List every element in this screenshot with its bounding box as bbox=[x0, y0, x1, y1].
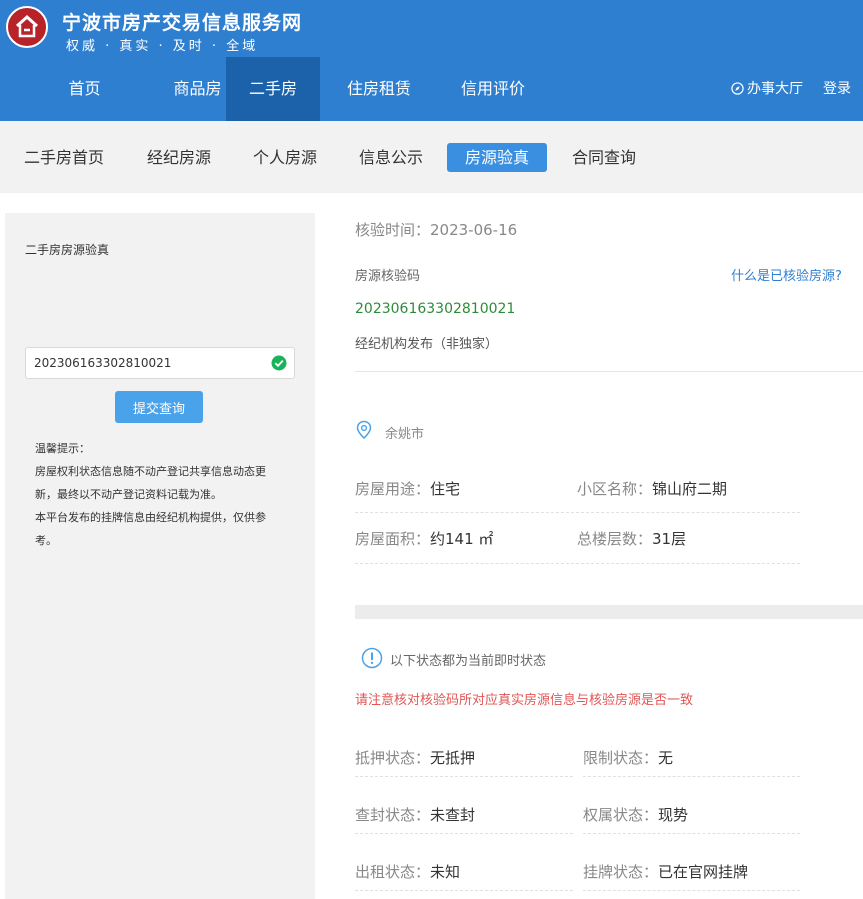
listing-key: 挂牌状态： bbox=[583, 863, 659, 881]
rental-value: 未知 bbox=[430, 863, 461, 881]
field-seizure: 查封状态：未查封 bbox=[355, 804, 475, 825]
house-logo-icon bbox=[15, 14, 39, 38]
listing-value: 已在官网挂牌 bbox=[658, 863, 749, 881]
header-actions: 办事大厅 登录 bbox=[731, 78, 851, 98]
info-icon bbox=[361, 647, 383, 669]
subnav-second-hand-home[interactable]: 二手房首页 bbox=[24, 143, 104, 172]
ownership-key: 权属状态： bbox=[583, 806, 659, 824]
row-divider bbox=[355, 833, 573, 834]
community-value: 锦山府二期 bbox=[652, 480, 728, 498]
usage-key: 房屋用途： bbox=[355, 480, 431, 498]
subnav-personal-listings[interactable]: 个人房源 bbox=[253, 143, 317, 172]
seizure-value: 未查封 bbox=[430, 806, 476, 824]
ownership-value: 现势 bbox=[658, 806, 689, 824]
rental-key: 出租状态： bbox=[355, 863, 431, 881]
nav-home[interactable]: 首页 bbox=[0, 57, 169, 121]
row-divider bbox=[583, 833, 800, 834]
section-separator bbox=[355, 605, 863, 619]
tips-box: 温馨提示： 房屋权利状态信息随不动产登记共享信息动态更新，最终以不动产登记资料记… bbox=[35, 437, 285, 552]
tips-title: 温馨提示： bbox=[35, 442, 90, 455]
row-divider bbox=[583, 890, 800, 891]
field-area: 房屋面积：约141 ㎡ bbox=[355, 528, 493, 549]
sub-nav: 二手房首页 经纪房源 个人房源 信息公示 房源验真 合同查询 bbox=[0, 121, 863, 193]
verify-code-value: 202306163302810021 bbox=[355, 301, 516, 317]
mortgage-value: 无抵押 bbox=[430, 749, 476, 767]
row-divider bbox=[583, 776, 800, 777]
panel-title: 二手房房源验真 bbox=[25, 243, 110, 257]
row-divider bbox=[355, 890, 573, 891]
status-note: 以下状态都为当前即时状态 bbox=[390, 654, 547, 669]
subnav-contract-query[interactable]: 合同查询 bbox=[572, 143, 636, 172]
verify-code-input[interactable] bbox=[25, 347, 295, 379]
tips-line-2: 本平台发布的挂牌信息由经纪机构提供，仅供参考。 bbox=[35, 511, 266, 547]
site-slogan: 权威 · 真实 · 及时 · 全域 bbox=[66, 39, 259, 54]
verify-code-label: 房源核验码 bbox=[355, 269, 421, 284]
tips-line-1: 房屋权利状态信息随不动产登记共享信息动态更新，最终以不动产登记资料记载为准。 bbox=[35, 465, 266, 501]
row-divider bbox=[355, 563, 800, 564]
subnav-listing-verify[interactable]: 房源验真 bbox=[447, 143, 548, 172]
restrict-key: 限制状态： bbox=[583, 749, 659, 767]
field-rental: 出租状态：未知 bbox=[355, 861, 460, 882]
service-hall-label: 办事大厅 bbox=[747, 81, 803, 97]
community-key: 小区名称： bbox=[577, 480, 653, 498]
main-nav: 首页 商品房 二手房 住房租赁 信用评价 bbox=[0, 57, 548, 121]
field-community: 小区名称：锦山府二期 bbox=[577, 478, 727, 499]
site-title: 宁波市房产交易信息服务网 bbox=[62, 12, 303, 34]
subnav-info-public[interactable]: 信息公示 bbox=[359, 143, 423, 172]
mortgage-key: 抵押状态： bbox=[355, 749, 431, 767]
nav-second-hand[interactable]: 二手房 bbox=[226, 57, 320, 121]
field-usage: 房屋用途：住宅 bbox=[355, 478, 460, 499]
usage-value: 住宅 bbox=[430, 480, 461, 498]
row-divider bbox=[355, 512, 800, 513]
floors-value: 31层 bbox=[652, 530, 687, 548]
verify-warning: 请注意核对核验码所对应真实房源信息与核验房源是否一致 bbox=[355, 693, 694, 708]
location-pin-icon bbox=[356, 420, 372, 440]
seizure-key: 查封状态： bbox=[355, 806, 431, 824]
site-header: 宁波市房产交易信息服务网 权威 · 真实 · 及时 · 全域 首页 商品房 二手… bbox=[0, 0, 863, 121]
nav-credit[interactable]: 信用评价 bbox=[438, 57, 548, 121]
nav-rental[interactable]: 住房租赁 bbox=[320, 57, 438, 121]
check-circle-icon bbox=[271, 355, 287, 371]
login-link[interactable]: 登录 bbox=[823, 78, 851, 98]
subnav-agency-listings[interactable]: 经纪房源 bbox=[147, 143, 211, 172]
location-text: 余姚市 bbox=[385, 427, 425, 442]
verify-time: 核验时间：2023-06-16 bbox=[355, 221, 518, 239]
field-restrict: 限制状态：无 bbox=[583, 747, 673, 768]
nav-new-homes[interactable]: 商品房 bbox=[169, 57, 226, 121]
area-value: 约141 ㎡ bbox=[430, 530, 494, 548]
floors-key: 总楼层数： bbox=[577, 530, 653, 548]
verify-panel: 二手房房源验真 提交查询 温馨提示： 房屋权利状态信息随不动产登记共享信息动态更… bbox=[5, 213, 315, 899]
divider bbox=[355, 371, 863, 372]
what-is-verified-link[interactable]: 什么是已核验房源? bbox=[731, 265, 842, 284]
field-listing: 挂牌状态：已在官网挂牌 bbox=[583, 861, 748, 882]
service-hall-link[interactable]: 办事大厅 bbox=[731, 78, 803, 98]
compass-icon bbox=[731, 81, 744, 95]
area-key: 房屋面积： bbox=[355, 530, 431, 548]
restrict-value: 无 bbox=[658, 749, 674, 767]
agency-publish: 经纪机构发布（非独家） bbox=[355, 337, 499, 352]
site-logo[interactable] bbox=[6, 6, 48, 48]
field-ownership: 权属状态：现势 bbox=[583, 804, 688, 825]
row-divider bbox=[355, 776, 573, 777]
field-mortgage: 抵押状态：无抵押 bbox=[355, 747, 475, 768]
field-floors: 总楼层数：31层 bbox=[577, 528, 686, 549]
submit-query-button[interactable]: 提交查询 bbox=[115, 391, 203, 423]
